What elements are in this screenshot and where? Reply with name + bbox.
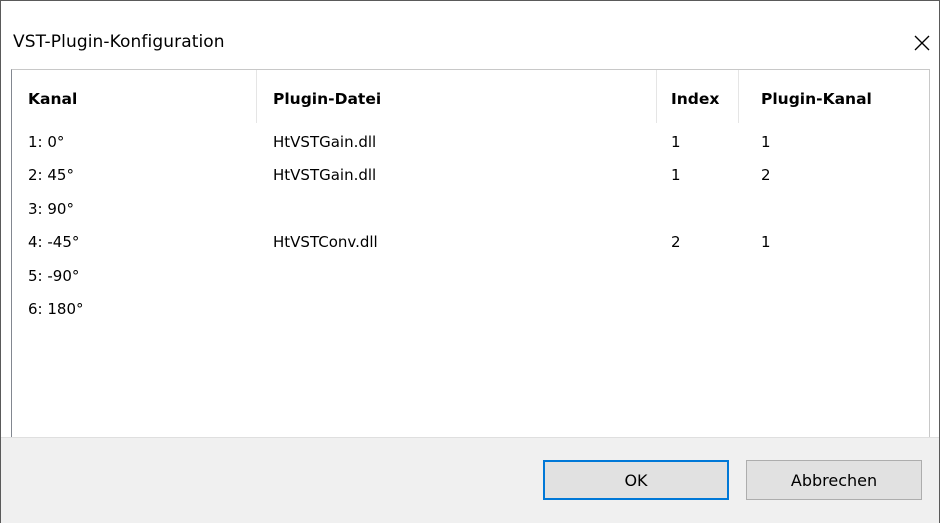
close-icon bbox=[914, 35, 930, 51]
plugin-list-view[interactable]: Kanal Plugin-Datei Index Plugin-Kanal 1:… bbox=[11, 69, 930, 438]
cell-plugin-datei: HtVSTGain.dll bbox=[273, 133, 377, 151]
cell-kanal: 4: -45° bbox=[28, 233, 80, 252]
list-rows: 1: 0° HtVSTGain.dll 1 1 2: 45° HtVSTGain… bbox=[12, 130, 929, 330]
column-header-plugin-kanal[interactable]: Plugin-Kanal bbox=[739, 70, 929, 123]
close-button[interactable] bbox=[905, 25, 939, 61]
dialog-window: VST-Plugin-Konfiguration Kanal Plugin-Da… bbox=[0, 0, 940, 523]
cell-kanal: 1: 0° bbox=[28, 133, 65, 151]
cell-plugin-datei: HtVSTGain.dll bbox=[273, 166, 377, 185]
list-row[interactable]: 5: -90° bbox=[12, 264, 929, 297]
cell-plugin-datei: HtVSTConv.dll bbox=[273, 233, 378, 252]
cell-plugin-kanal: 1 bbox=[761, 233, 771, 252]
list-row[interactable]: 6: 180° bbox=[12, 297, 929, 330]
column-header-kanal[interactable]: Kanal bbox=[12, 70, 257, 123]
cancel-button[interactable]: Abbrechen bbox=[746, 460, 922, 500]
list-row[interactable]: 4: -45° HtVSTConv.dll 2 1 bbox=[12, 230, 929, 263]
window-title: VST-Plugin-Konfiguration bbox=[13, 32, 225, 52]
column-header-plugin-datei[interactable]: Plugin-Datei bbox=[257, 70, 657, 123]
cell-plugin-kanal: 2 bbox=[761, 166, 771, 185]
list-header: Kanal Plugin-Datei Index Plugin-Kanal bbox=[12, 70, 929, 123]
cell-kanal: 3: 90° bbox=[28, 199, 74, 218]
cell-plugin-kanal: 1 bbox=[761, 133, 771, 151]
ok-button[interactable]: OK bbox=[543, 460, 729, 500]
cell-kanal: 6: 180° bbox=[28, 299, 84, 318]
list-row[interactable]: 2: 45° HtVSTGain.dll 1 2 bbox=[12, 163, 929, 196]
column-header-index[interactable]: Index bbox=[657, 70, 739, 123]
list-row[interactable]: 1: 0° HtVSTGain.dll 1 1 bbox=[12, 130, 929, 163]
cell-kanal: 5: -90° bbox=[28, 266, 80, 285]
list-row[interactable]: 3: 90° bbox=[12, 197, 929, 230]
dialog-footer: OK Abbrechen bbox=[1, 437, 939, 523]
title-bar[interactable]: VST-Plugin-Konfiguration bbox=[1, 1, 939, 69]
cell-index: 1 bbox=[671, 133, 681, 151]
cell-index: 2 bbox=[671, 233, 681, 252]
cell-index: 1 bbox=[671, 166, 681, 185]
cell-kanal: 2: 45° bbox=[28, 166, 74, 185]
